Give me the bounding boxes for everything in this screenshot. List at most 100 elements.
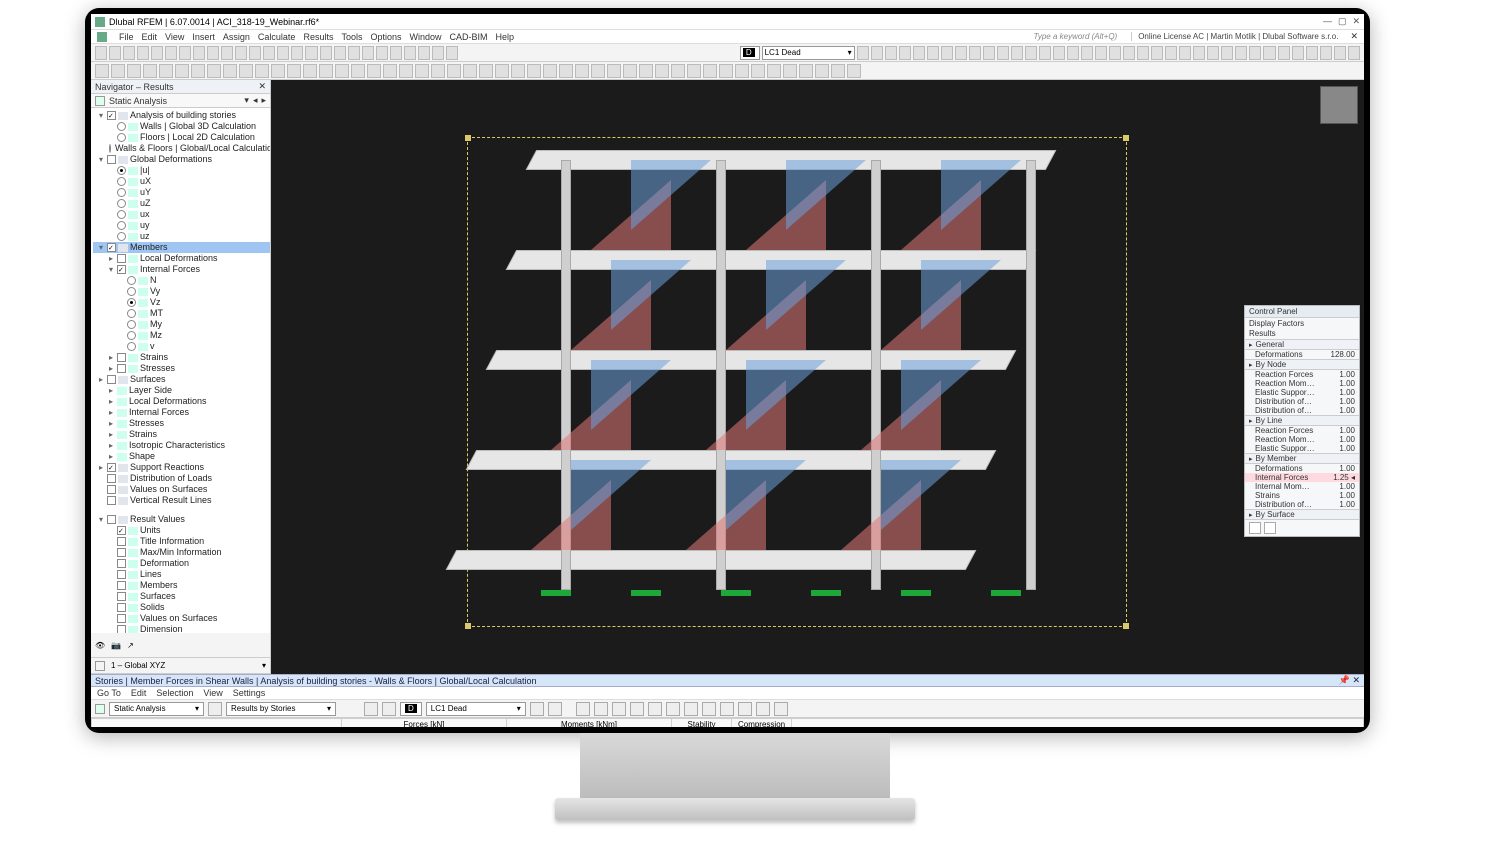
expand-icon[interactable]: ▸ [97, 374, 105, 385]
checkbox[interactable] [117, 254, 126, 263]
toolbar-button[interactable] [263, 46, 275, 60]
toolbar-button[interactable] [109, 46, 121, 60]
menu-assign[interactable]: Assign [223, 32, 250, 42]
keyword-search[interactable]: Type a keyword (Alt+Q) [1034, 32, 1118, 41]
building-model[interactable] [531, 150, 1091, 620]
checkbox[interactable] [107, 111, 116, 120]
maximize-button[interactable]: ▢ [1338, 16, 1347, 27]
toolbar-button[interactable] [969, 46, 981, 60]
cp-section[interactable]: By Node [1245, 359, 1359, 370]
toolbar-button[interactable] [1306, 46, 1318, 60]
toolbar-button[interactable] [447, 64, 461, 78]
toolbar-button[interactable] [255, 64, 269, 78]
toolbar-button[interactable] [159, 64, 173, 78]
navigator-prev-button[interactable]: ◂ [253, 95, 258, 106]
toolbar-button[interactable] [687, 64, 701, 78]
radio[interactable] [127, 342, 136, 351]
toolbar-button[interactable] [1193, 46, 1205, 60]
results-by-selector[interactable]: Results by Stories▾ [226, 702, 336, 716]
tree-item[interactable]: My [93, 319, 270, 330]
results-table-area[interactable]: Forces [kN]Moments [kNm]StabilityCompres… [91, 718, 1364, 727]
title-bar[interactable]: Dlubal RFEM | 6.07.0014 | ACI_318-19_Web… [91, 14, 1364, 30]
toolbar-button[interactable] [249, 46, 261, 60]
load-case-selector[interactable]: LC1 Dead▾ [762, 46, 855, 60]
checkbox[interactable] [117, 614, 126, 623]
expand-icon[interactable]: ▸ [107, 363, 115, 374]
model-viewport[interactable]: Control Panel Display Factors Results Ge… [271, 80, 1364, 674]
checkbox[interactable] [117, 353, 126, 362]
cp-row[interactable]: Elastic Suppor…1.00 [1245, 444, 1359, 453]
toolbar-button[interactable] [123, 46, 135, 60]
tree-item[interactable]: ▸Surfaces [93, 374, 270, 385]
toolbar-button[interactable] [1348, 46, 1360, 60]
toolbar-button[interactable] [543, 64, 557, 78]
tree-item[interactable]: Vy [93, 286, 270, 297]
checkbox[interactable] [117, 603, 126, 612]
cp-section[interactable]: General [1245, 339, 1359, 350]
toolbar-button[interactable] [291, 46, 303, 60]
toolbar-button[interactable] [335, 64, 349, 78]
results-toolbar[interactable]: Static Analysis▾ Results by Stories▾ D L… [91, 700, 1364, 718]
toolbar-button[interactable] [1095, 46, 1107, 60]
toolbar-button[interactable] [623, 64, 637, 78]
toolbar-button[interactable] [899, 46, 911, 60]
toolbar-button[interactable] [1334, 46, 1346, 60]
tree-item[interactable]: ▸Stresses [93, 418, 270, 429]
toolbar-button[interactable] [191, 64, 205, 78]
toolbar-button[interactable] [351, 64, 365, 78]
toolbar-button[interactable] [913, 46, 925, 60]
toolbar-button[interactable] [783, 64, 797, 78]
toolbar-button[interactable] [399, 64, 413, 78]
tree-item[interactable]: Walls | Global 3D Calculation [93, 121, 270, 132]
toolbar-button[interactable] [383, 64, 397, 78]
menu-file[interactable]: File [119, 32, 134, 42]
toolbar-button[interactable] [1137, 46, 1149, 60]
toolbar-button[interactable] [319, 64, 333, 78]
icon-button[interactable]: 👁 [95, 641, 105, 650]
navigator-close-button[interactable]: ✕ [258, 81, 266, 92]
toolbar-button[interactable] [367, 64, 381, 78]
toolbar-button[interactable] [885, 46, 897, 60]
checkbox[interactable] [107, 485, 116, 494]
toolbar-button[interactable] [847, 64, 861, 78]
toolbar-button[interactable] [207, 46, 219, 60]
menu-cad-bim[interactable]: CAD-BIM [450, 32, 488, 42]
toolbar-button[interactable] [221, 46, 233, 60]
tree-item[interactable]: Values on Surfaces [93, 613, 270, 624]
toolbar-button[interactable] [719, 64, 733, 78]
toolbar-button[interactable] [415, 64, 429, 78]
cs-selector-row[interactable]: 1 – Global XYZ ▾ [91, 658, 270, 674]
checkbox[interactable] [117, 526, 126, 535]
toolbar-button[interactable] [418, 46, 430, 60]
checkbox[interactable] [107, 375, 116, 384]
tree-item[interactable]: Units [93, 525, 270, 536]
toolbar-button[interactable] [751, 64, 765, 78]
toolbar-button[interactable] [235, 46, 247, 60]
toolbar-button[interactable] [463, 64, 477, 78]
toolbar-button[interactable] [1263, 46, 1275, 60]
toolbar-button[interactable] [607, 64, 621, 78]
results-menu-settings[interactable]: Settings [233, 688, 266, 698]
tree-item[interactable]: ▸Support Reactions [93, 462, 270, 473]
toolbar-button[interactable] [1151, 46, 1163, 60]
expand-icon[interactable]: ▸ [107, 429, 115, 440]
main-toolbar-2[interactable] [91, 62, 1364, 80]
menu-insert[interactable]: Insert [192, 32, 215, 42]
tree-item[interactable]: Values on Surfaces [93, 484, 270, 495]
toolbar-button[interactable] [831, 64, 845, 78]
tree-item[interactable]: ▾Members [93, 242, 270, 253]
checkbox[interactable] [117, 265, 126, 274]
expand-icon[interactable]: ▸ [107, 352, 115, 363]
navigator-tree[interactable]: ▾Analysis of building storiesWalls | Glo… [91, 108, 270, 633]
toolbar-button[interactable] [1292, 46, 1304, 60]
toolbar-button[interactable] [193, 46, 205, 60]
toolbar-button[interactable] [95, 46, 107, 60]
toolbar-button[interactable] [376, 46, 388, 60]
checkbox[interactable] [117, 548, 126, 557]
results-menu-edit[interactable]: Edit [131, 688, 147, 698]
checkbox[interactable] [107, 474, 116, 483]
checkbox[interactable] [117, 570, 126, 579]
toolbar-button[interactable] [1067, 46, 1079, 60]
toolbar-button[interactable] [871, 46, 883, 60]
expand-icon[interactable]: ▾ [97, 514, 105, 525]
